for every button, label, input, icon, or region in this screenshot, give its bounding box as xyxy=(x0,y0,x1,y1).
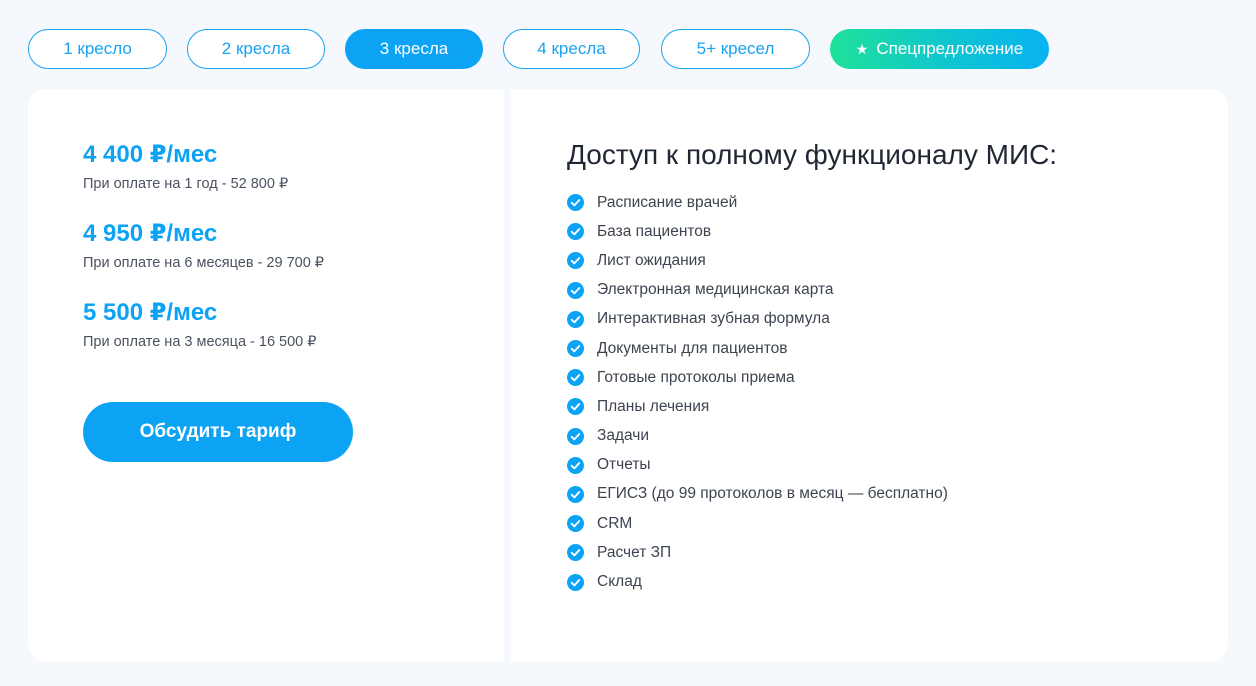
feature-item: Лист ожидания xyxy=(567,246,948,275)
feature-label: Расписание врачей xyxy=(597,193,738,211)
feature-item: База пациентов xyxy=(567,217,948,246)
feature-label: Лист ожидания xyxy=(597,251,706,269)
tab-label: 1 кресло xyxy=(63,39,132,58)
price-note: При оплате на 1 год - 52 800 ₽ xyxy=(83,176,289,192)
check-circle-icon xyxy=(567,485,584,503)
price-value: 4 400 ₽/мес xyxy=(83,141,218,168)
price-option-3-months: 5 500 ₽/мес При оплате на 3 месяца - 16 … xyxy=(83,299,317,351)
feature-item: Планы лечения xyxy=(567,392,948,421)
tab-label: Спецпредложение xyxy=(876,39,1024,58)
check-circle-icon xyxy=(567,573,584,591)
price-option-6-months: 4 950 ₽/мес При оплате на 6 месяцев - 29… xyxy=(83,220,324,272)
discuss-tariff-button[interactable]: Обсудить тариф xyxy=(83,402,353,462)
check-circle-icon xyxy=(567,398,584,416)
tab-3-seats[interactable]: 3 кресла xyxy=(345,29,483,69)
feature-item: Электронная медицинская карта xyxy=(567,276,948,305)
feature-item: CRM xyxy=(567,509,948,538)
feature-item: Интерактивная зубная формула xyxy=(567,305,948,334)
price-note: При оплате на 3 месяца - 16 500 ₽ xyxy=(83,334,317,350)
price-value: 5 500 ₽/мес xyxy=(83,299,218,326)
price-note: При оплате на 6 месяцев - 29 700 ₽ xyxy=(83,255,325,271)
tab-label: 3 кресла xyxy=(379,39,449,58)
feature-label: Склад xyxy=(597,573,642,591)
feature-label: Задачи xyxy=(597,427,650,445)
check-circle-icon xyxy=(567,281,584,299)
tab-1-seat[interactable]: 1 кресло xyxy=(28,29,167,69)
feature-label: Отчеты xyxy=(597,456,651,474)
check-circle-icon xyxy=(567,515,584,533)
feature-item: Документы для пациентов xyxy=(567,334,948,363)
feature-item: Склад xyxy=(567,567,948,596)
check-circle-icon xyxy=(567,194,584,212)
star-icon: ★ xyxy=(855,41,869,57)
check-circle-icon xyxy=(567,223,584,241)
check-circle-icon xyxy=(567,340,584,358)
feature-item: Готовые протоколы приема xyxy=(567,363,948,392)
pricing-card: 4 400 ₽/мес При оплате на 1 год - 52 800… xyxy=(28,89,504,662)
feature-label: Готовые протоколы приема xyxy=(597,368,795,386)
features-title: Доступ к полному функционалу МИС: xyxy=(567,139,1058,170)
check-circle-icon xyxy=(567,427,584,445)
feature-label: Расчет ЗП xyxy=(597,543,672,561)
feature-item: Расчет ЗП xyxy=(567,538,948,567)
feature-label: ЕГИСЗ (до 99 протоколов в месяц — беспла… xyxy=(597,485,948,503)
check-circle-icon xyxy=(567,369,584,387)
features-card: Доступ к полному функционалу МИС: Распис… xyxy=(511,89,1228,662)
check-circle-icon xyxy=(567,544,584,562)
price-value: 4 950 ₽/мес xyxy=(83,220,218,247)
feature-label: CRM xyxy=(597,514,633,532)
tab-label: 4 кресла xyxy=(537,39,606,58)
feature-item: ЕГИСЗ (до 99 протоколов в месяц — беспла… xyxy=(567,480,948,509)
check-circle-icon xyxy=(567,252,584,270)
feature-item: Расписание врачей xyxy=(567,188,948,217)
tab-5-plus-seats[interactable]: 5+ кресел xyxy=(661,29,810,69)
feature-label: Электронная медицинская карта xyxy=(597,281,834,299)
check-circle-icon xyxy=(567,310,584,328)
feature-label: Документы для пациентов xyxy=(597,339,788,357)
features-list: Расписание врачей База пациентов Лист ожид… xyxy=(567,188,948,597)
feature-item: Отчеты xyxy=(567,451,948,480)
price-option-yearly: 4 400 ₽/мес При оплате на 1 год - 52 800… xyxy=(83,141,288,193)
tab-special-offer[interactable]: ★ Спецпредложение xyxy=(830,29,1049,69)
check-circle-icon xyxy=(567,456,584,474)
tab-label: 2 кресла xyxy=(221,39,291,58)
feature-label: База пациентов xyxy=(597,222,712,240)
tab-4-seats[interactable]: 4 кресла xyxy=(503,29,640,69)
feature-label: Интерактивная зубная формула xyxy=(597,310,830,328)
tab-label: 5+ кресел xyxy=(696,39,775,58)
tab-2-seats[interactable]: 2 кресла xyxy=(187,29,325,69)
feature-item: Задачи xyxy=(567,422,948,451)
feature-label: Планы лечения xyxy=(597,397,710,415)
